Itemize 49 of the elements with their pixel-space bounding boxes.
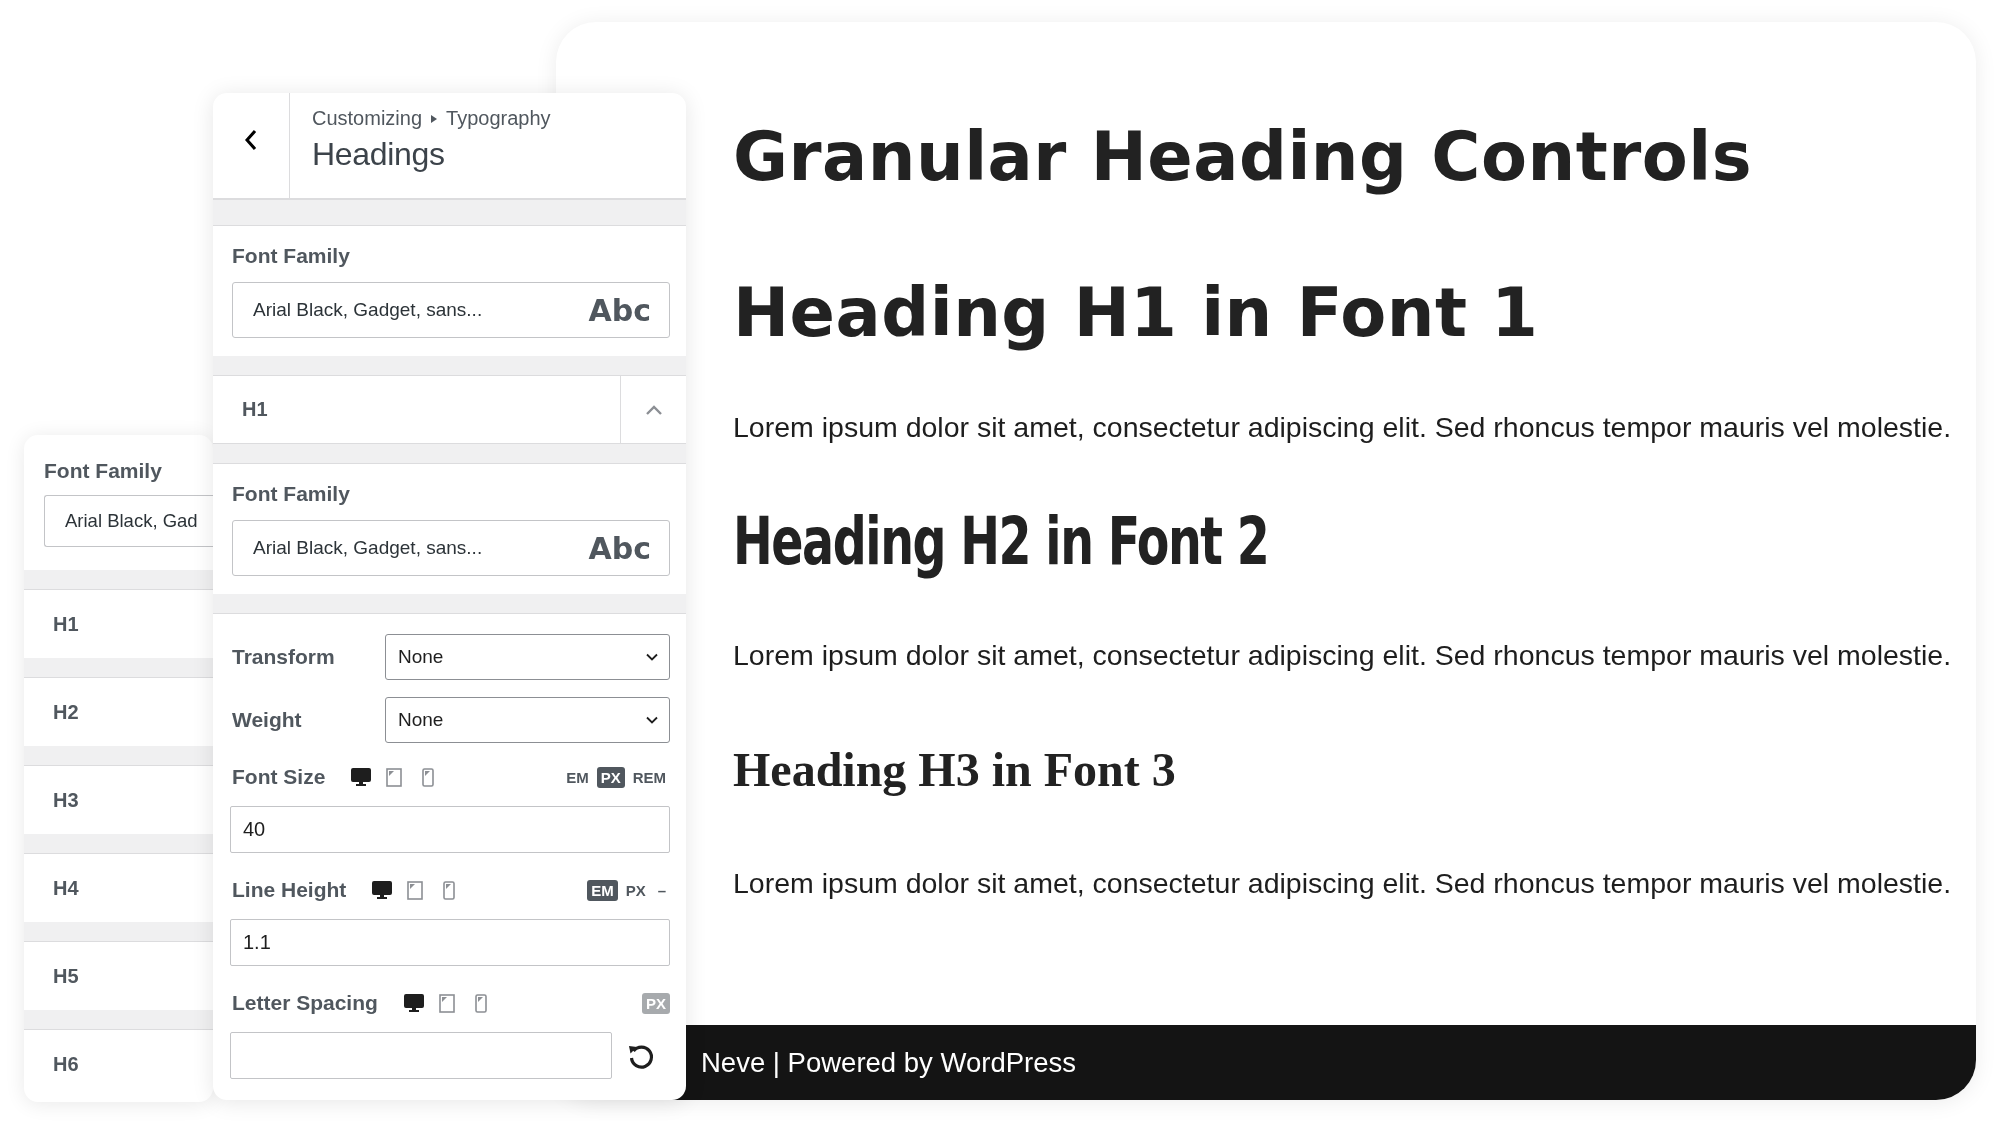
unit-button[interactable]: PX [596, 766, 625, 788]
font-preview: Abc [588, 530, 651, 566]
breadcrumb-separator-icon[interactable] [430, 113, 439, 124]
select-dropdown[interactable]: None [385, 634, 670, 680]
desktop-icon[interactable] [351, 767, 372, 787]
desktop-icon[interactable] [403, 993, 424, 1013]
field-label: Letter Spacing [232, 991, 378, 1015]
back-icon[interactable] [243, 127, 259, 152]
field-label: Transform [232, 645, 336, 669]
field-label: Line Height [232, 878, 347, 902]
font-family-field[interactable]: Arial Black, Gadget, sans... Abc [232, 520, 670, 576]
heading-row[interactable]: H4 [24, 854, 213, 922]
number-input[interactable]: 1.1 [230, 919, 670, 966]
field-label: Weight [232, 708, 303, 732]
heading: Heading H2 in Font 2 [733, 502, 1269, 580]
breadcrumb-link[interactable]: Customizing [312, 107, 423, 130]
chevron-down-icon[interactable] [646, 716, 658, 724]
paragraph: Lorem ipsum dolor sit amet, consectetur adipiscing elit. Sed rhoncus tempor mauris vel molestie. [733, 866, 1952, 900]
unit-button[interactable]: EM [587, 879, 618, 901]
unit-button[interactable]: PX [621, 879, 650, 901]
font-family-field[interactable]: Arial Black, Gadget, sans... Abc [232, 282, 670, 338]
field-label: Font Family [232, 244, 351, 268]
chevron-up-icon[interactable] [644, 403, 663, 416]
field-label: Font Family [232, 482, 351, 506]
number-input[interactable] [230, 1032, 612, 1079]
heading: Heading H1 in Font 1 [733, 274, 1539, 352]
number-input[interactable]: 40 [230, 806, 670, 853]
panel-title: Headings [312, 136, 446, 173]
heading-row[interactable]: H3 [24, 766, 213, 834]
select-dropdown[interactable]: None [385, 697, 670, 743]
paragraph: Lorem ipsum dolor sit amet, consectetur adipiscing elit. Sed rhoncus tempor mauris vel molestie. [733, 638, 1952, 672]
heading-row[interactable]: H5 [24, 942, 213, 1010]
chevron-down-icon[interactable] [646, 653, 658, 661]
page-title: Granular Heading Controls [733, 118, 1753, 196]
unit-button[interactable]: – [653, 879, 670, 901]
heading-row[interactable]: H1 [24, 590, 213, 658]
desktop-icon[interactable] [372, 880, 393, 900]
heading-row[interactable]: H6 [24, 1030, 213, 1098]
font-preview: Abc [588, 292, 651, 328]
heading: Heading H3 in Font 3 [733, 741, 1176, 797]
unit-button[interactable]: EM [562, 766, 593, 788]
heading-row[interactable]: H2 [24, 678, 213, 746]
unit-button[interactable]: REM [628, 766, 670, 788]
tablet-icon[interactable] [437, 993, 458, 1013]
field-label: Font Family [44, 459, 163, 483]
paragraph: Lorem ipsum dolor sit amet, consectetur adipiscing elit. Sed rhoncus tempor mauris vel molestie. [733, 410, 1952, 444]
footer-credit[interactable]: Neve | Powered by WordPress [701, 1046, 1076, 1079]
field-label: Font Size [232, 765, 326, 789]
breadcrumb-current: Typography [446, 107, 551, 130]
